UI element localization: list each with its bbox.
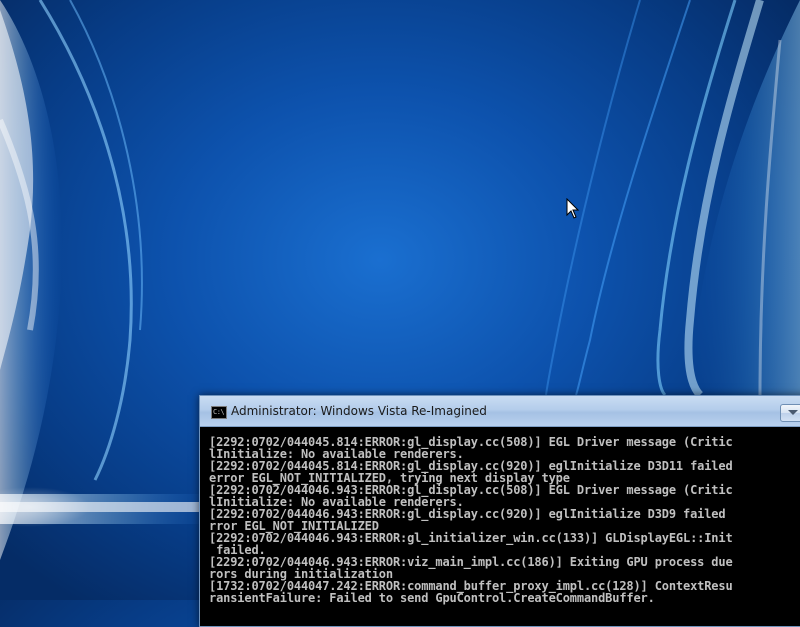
console-titlebar[interactable]: C:\ Administrator: Windows Vista Re-Imag… <box>200 396 800 427</box>
console-line: ransientFailure: Failed to send GpuContr… <box>209 591 655 605</box>
window-title: Administrator: Windows Vista Re-Imagined <box>231 404 487 418</box>
minimize-button[interactable] <box>780 404 800 422</box>
console-output[interactable]: [2292:0702/044045.814:ERROR:gl_display.c… <box>209 436 800 626</box>
console-window[interactable]: C:\ Administrator: Windows Vista Re-Imag… <box>199 395 800 627</box>
console-line: [2292:0702/044046.943:ERROR:gl_initializ… <box>209 531 733 545</box>
command-prompt-icon[interactable]: C:\ <box>211 406 227 419</box>
command-prompt-icon-text: C:\ <box>213 408 225 416</box>
mouse-pointer-icon <box>566 198 580 219</box>
